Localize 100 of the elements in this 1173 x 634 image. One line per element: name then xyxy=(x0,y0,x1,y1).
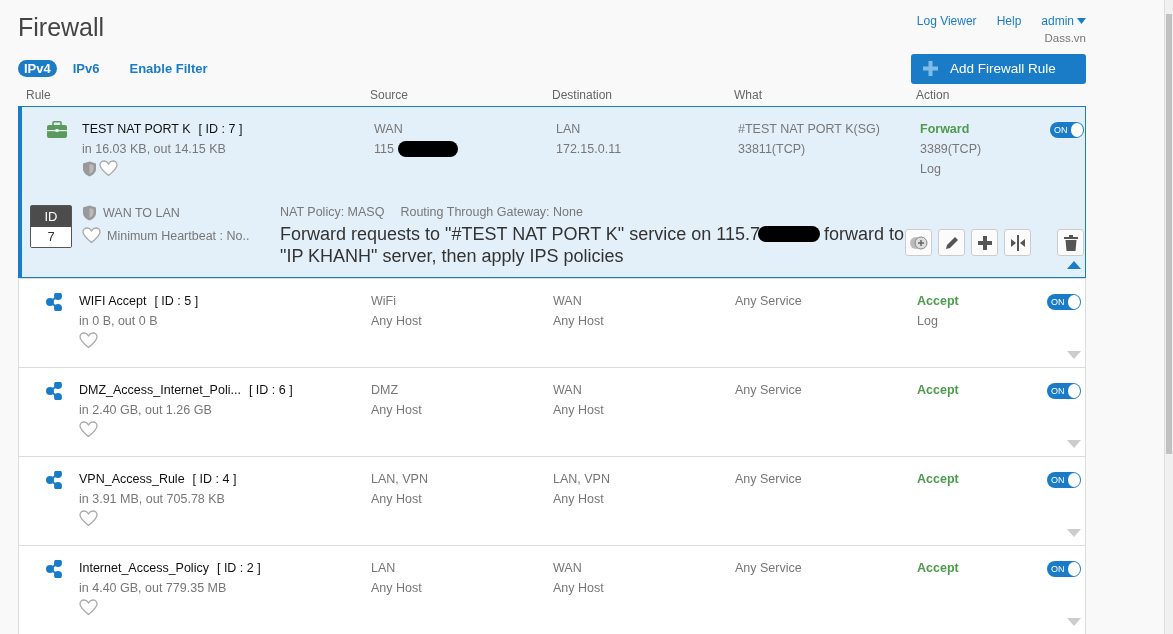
plus-icon xyxy=(923,61,938,77)
destination-text: Any Host xyxy=(553,313,604,330)
ip-tab[interactable]: IPv4 xyxy=(18,60,57,78)
description-text: Forward requests to "#TEST NAT PORT K" service on 115.7 xyxy=(280,223,760,245)
share-icon xyxy=(46,471,62,489)
rule-id: [ ID : 6 ] xyxy=(248,382,293,399)
toggle-switch[interactable]: ON xyxy=(1047,294,1081,310)
source-text: 115 xyxy=(374,141,394,158)
plus-icon xyxy=(977,235,992,250)
source-text: LAN xyxy=(371,560,396,577)
destination-text: Any Host xyxy=(553,580,604,597)
destination-text: WAN xyxy=(553,293,582,310)
add-policy-button[interactable] xyxy=(905,229,932,256)
service-text: Any Service xyxy=(735,293,802,310)
collapse-caret-icon[interactable] xyxy=(1067,261,1081,269)
description-text: "IP KHANH" server, then apply IPS policies xyxy=(280,245,624,267)
source-text: DMZ xyxy=(371,382,399,399)
source-text: Any Host xyxy=(371,313,422,330)
description-text: forward to xyxy=(824,223,905,245)
destination-text: Any Host xyxy=(553,402,604,419)
action-text: Accept xyxy=(917,471,959,488)
traffic-text: in 3.91 MB, out 705.78 KB xyxy=(79,491,225,508)
add-rule-button[interactable]: Add Firewall Rule xyxy=(911,53,1086,84)
shield-icon xyxy=(82,205,97,221)
routing-text: Routing Through Gateway: None xyxy=(400,205,583,219)
rule-name: WIFI Accept xyxy=(79,293,147,310)
service-text: Any Service xyxy=(735,382,802,399)
rule-id: [ ID : 7 ] xyxy=(198,121,243,138)
briefcase-icon xyxy=(47,121,67,138)
source-text: Any Host xyxy=(371,402,422,419)
traffic-text: in 4.40 GB, out 779.35 MB xyxy=(79,580,227,597)
rule-name: TEST NAT PORT K xyxy=(82,121,191,138)
action-detail: 3389(TCP) xyxy=(920,141,982,158)
rule-id: [ ID : 5 ] xyxy=(154,293,199,310)
heart-icon xyxy=(79,510,98,527)
service-text: Any Service xyxy=(735,560,802,577)
service-text: #TEST NAT PORT K(SG) xyxy=(738,121,880,138)
filter-link[interactable]: Enable Filter xyxy=(129,61,208,77)
heart-icon xyxy=(79,421,98,438)
pencil-icon xyxy=(944,235,959,250)
heartbeat-text: Minimum Heartbeat : No.. xyxy=(107,228,250,243)
column-header: What xyxy=(734,87,763,102)
destination-text: Any Host xyxy=(553,491,604,508)
rule-id: [ ID : 4 ] xyxy=(192,471,237,488)
move-button[interactable] xyxy=(1004,229,1031,256)
source-text: Any Host xyxy=(371,491,422,508)
page-title: Firewall xyxy=(18,13,105,42)
share-icon xyxy=(46,293,62,311)
column-header: Rule xyxy=(25,87,52,102)
source-text: Any Host xyxy=(371,580,422,597)
redaction-mark xyxy=(758,226,820,242)
action-text: Forward xyxy=(920,121,970,138)
toggle-switch[interactable]: ON xyxy=(1047,561,1081,577)
add-button[interactable] xyxy=(971,229,998,256)
header-link[interactable]: Log Viewer xyxy=(916,14,977,44)
action-detail: Log xyxy=(920,161,941,178)
caret-icon xyxy=(1077,18,1086,24)
destination-text: LAN, VPN xyxy=(553,471,610,488)
column-header: Destination xyxy=(552,87,614,102)
split-arrows-icon xyxy=(1009,234,1026,251)
toggle-switch[interactable]: ON xyxy=(1047,472,1081,488)
traffic-text: in 0 B, out 0 B xyxy=(79,313,158,330)
rule-name: DMZ_Access_Internet_Poli... xyxy=(79,382,241,399)
source-text: WiFi xyxy=(371,293,396,310)
source-text: LAN, VPN xyxy=(371,471,428,488)
edit-button[interactable] xyxy=(938,229,965,256)
service-text: Any Service xyxy=(735,471,802,488)
heart-icon xyxy=(99,160,118,177)
action-text: Accept xyxy=(917,560,959,577)
column-header: Action xyxy=(916,87,951,102)
traffic-text: in 16.03 KB, out 14.15 KB xyxy=(82,141,226,158)
traffic-text: in 2.40 GB, out 1.26 GB xyxy=(79,402,212,419)
toggle-switch[interactable]: ON xyxy=(1050,122,1084,138)
header-link[interactable]: Help xyxy=(996,14,1022,44)
delete-button[interactable] xyxy=(1057,229,1084,256)
share-icon xyxy=(46,382,62,400)
toggle-switch[interactable]: ON xyxy=(1047,383,1081,399)
organization-text: Dass.vn xyxy=(1044,32,1086,44)
heart-icon xyxy=(79,332,98,349)
action-detail: Log xyxy=(917,313,938,330)
share-icon xyxy=(46,560,62,578)
shield-icon xyxy=(82,160,97,177)
source-text: WAN xyxy=(374,121,403,138)
action-text: Accept xyxy=(917,293,959,310)
destination-text: WAN xyxy=(553,560,582,577)
heart-icon xyxy=(79,599,98,616)
destination-text: LAN xyxy=(556,121,581,138)
rule-id: [ ID : 2 ] xyxy=(216,560,261,577)
plus-circle-icon xyxy=(908,235,929,250)
ip-tab[interactable]: IPv6 xyxy=(66,60,106,78)
user-menu[interactable]: admin xyxy=(1041,14,1086,28)
heart-icon xyxy=(82,227,101,244)
destination-text: WAN xyxy=(553,382,582,399)
destination-text: 172.15.0.11 xyxy=(556,141,622,158)
action-text: Accept xyxy=(917,382,959,399)
nat-policy-text: NAT Policy: MASQ xyxy=(280,205,385,219)
column-header: Source xyxy=(370,87,410,102)
id-badge: ID 7 xyxy=(30,205,72,248)
rule-name: Internet_Access_Policy xyxy=(79,560,209,577)
service-text: 33811(TCP) xyxy=(738,141,806,158)
